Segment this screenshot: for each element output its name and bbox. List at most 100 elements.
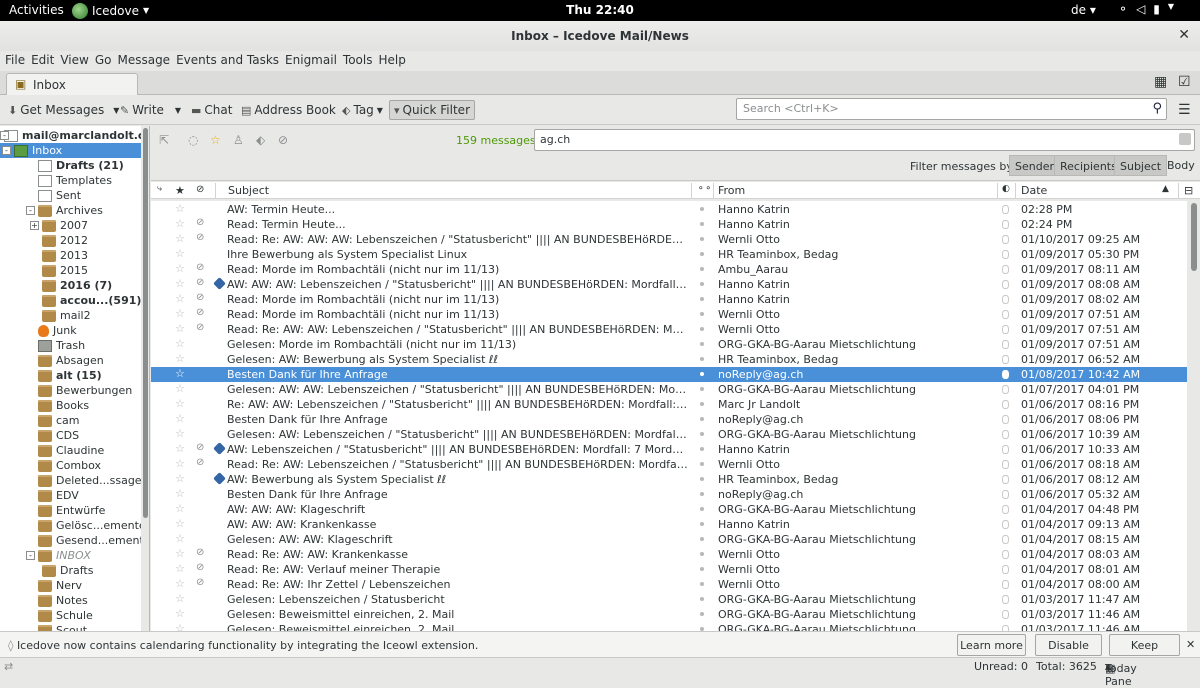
star-icon[interactable]: ☆ [175,382,185,395]
junk-status-icon[interactable] [1002,550,1009,559]
star-icon[interactable]: ☆ [175,607,185,620]
star-icon[interactable]: ☆ [175,547,185,560]
folder-2016-7[interactable]: 2016 (7) [42,278,112,293]
read-status-icon[interactable] [700,462,704,466]
read-status-icon[interactable] [700,597,704,601]
message-row[interactable]: ☆ ⊘ Read: Termin Heute... Hanno Katrin 02:24… [151,217,1187,232]
junk-status-icon[interactable] [1002,355,1009,364]
thread-column-icon[interactable]: ⤷ [157,184,162,194]
message-row[interactable]: ☆ AW: AW: AW: Krankenkasse Hanno Katrin 01/… [151,517,1187,532]
disable-button[interactable]: Disable [1035,634,1102,656]
tab-inbox[interactable]: ▣ Inbox [6,73,138,95]
clear-filter-icon[interactable] [1179,133,1191,145]
read-status-icon[interactable] [700,552,704,556]
read-status-icon[interactable] [700,297,704,301]
star-icon[interactable]: ☆ [175,337,185,350]
star-icon[interactable]: ☆ [175,622,185,631]
message-row[interactable]: ☆ Gelesen: Lebenszeichen / Statusbericht O… [151,592,1187,607]
message-row[interactable]: ☆ Gelesen: AW: AW: Klageschrift ORG-GKA-BG… [151,532,1187,547]
read-status-icon[interactable] [700,372,704,376]
scrollbar-thumb[interactable] [143,128,148,518]
star-icon[interactable]: ☆ [175,292,185,305]
star-icon[interactable]: ☆ [175,397,185,410]
close-notification-icon[interactable]: ✕ [1186,638,1195,651]
star-icon[interactable]: ☆ [175,307,185,320]
tag-filter-icon[interactable]: ⬖ [256,133,265,147]
quick-filter-button[interactable]: ▾ Quick Filter [389,100,475,120]
folder-archives[interactable]: Archives [38,203,103,218]
read-status-icon[interactable] [700,327,704,331]
message-row[interactable]: ☆ Besten Dank für Ihre Anfrage noReply@ag.… [151,367,1187,382]
collapse-icon[interactable]: - [2,146,11,155]
tag-button[interactable]: ⬖ Tag ▼ [338,100,387,120]
folder-scout[interactable]: Scout [38,623,87,631]
sticky-pin-icon[interactable]: ⇱ [159,133,169,147]
star-icon[interactable]: ☆ [175,502,185,515]
junk-status-icon[interactable] [1002,520,1009,529]
star-icon[interactable]: ☆ [175,247,185,260]
expand-icon[interactable]: + [30,221,39,230]
message-row[interactable]: ☆ Gelesen: Beweismittel einreichen, 2. Ma… [151,607,1187,622]
read-status-icon[interactable] [700,312,704,316]
junk-status-icon[interactable] [1002,460,1009,469]
folder-accou-591[interactable]: accou...(591) [42,293,141,308]
junk-status-icon[interactable] [1002,385,1009,394]
calendar-icon[interactable]: ▦ [1154,74,1167,90]
junk-status-icon[interactable] [1002,490,1009,499]
menu-help[interactable]: Help [373,51,405,71]
message-row[interactable]: ☆ ⊘ Read: Re: AW: Verlauf meiner Therapie W… [151,562,1187,577]
junk-status-icon[interactable] [1002,325,1009,334]
star-icon[interactable]: ☆ [175,367,185,380]
junk-status-icon[interactable] [1002,565,1009,574]
language-indicator[interactable]: de ▾ [1071,3,1096,17]
junk-status-icon[interactable] [1002,400,1009,409]
folder-mail2[interactable]: mail2 [42,308,91,323]
collapse-icon[interactable]: - [0,131,9,140]
folder-cam[interactable]: cam [38,413,80,428]
read-status-icon[interactable] [700,432,704,436]
junk-column-icon[interactable]: ◐ [1002,184,1010,194]
search-icon[interactable]: ⚲ [1152,101,1162,116]
folder-drafts[interactable]: Drafts [42,563,93,578]
menu-view[interactable]: View [55,51,88,71]
junk-status-icon[interactable] [1002,370,1009,379]
message-row[interactable]: ☆ AW: AW: AW: Klageschrift ORG-GKA-BG-Aara… [151,502,1187,517]
read-status-icon[interactable] [700,522,704,526]
menu-go[interactable]: Go [90,51,112,71]
star-icon[interactable]: ☆ [175,562,185,575]
star-icon[interactable]: ☆ [175,532,185,545]
read-status-icon[interactable] [700,537,704,541]
junk-status-icon[interactable] [1002,250,1009,259]
folder-inbox[interactable]: INBOX [38,548,91,563]
star-icon[interactable]: ☆ [175,517,185,530]
message-row[interactable]: ☆ ⊘ Read: Re: AW: AW: AW: Lebenszeichen / … [151,232,1187,247]
menu-file[interactable]: File [0,51,25,71]
folder-nerv[interactable]: Nerv [38,578,82,593]
message-row[interactable]: ☆ Besten Dank für Ihre Anfrage noReply@ag.… [151,412,1187,427]
read-status-icon[interactable] [700,342,704,346]
message-row[interactable]: ☆ ⊘ Read: Re: AW: AW: Krankenkasse Wernli O… [151,547,1187,562]
clock[interactable]: Thu 22:40 [0,3,1200,17]
star-icon[interactable]: ☆ [175,322,185,335]
collapse-icon[interactable]: - [26,551,35,560]
read-status-icon[interactable] [700,237,704,241]
star-icon[interactable]: ☆ [175,472,185,485]
star-column-icon[interactable]: ★ [175,184,185,197]
junk-status-icon[interactable] [1002,295,1009,304]
junk-status-icon[interactable] [1002,415,1009,424]
junk-status-icon[interactable] [1002,205,1009,214]
message-row[interactable]: ☆ ⊘ Read: Re: AW: Lebenszeichen / "Statusb… [151,457,1187,472]
filter-recipients-button[interactable]: Recipients [1054,155,1123,176]
attachment-filter-icon[interactable]: ⊘ [278,133,288,147]
online-status-icon[interactable]: ⇄ [4,660,13,673]
unread-filter-icon[interactable]: ◌ [188,133,198,147]
folder-books[interactable]: Books [38,398,89,413]
folder-2007[interactable]: 2007 [42,218,88,233]
star-icon[interactable]: ☆ [175,262,185,275]
junk-status-icon[interactable] [1002,580,1009,589]
read-status-icon[interactable] [700,357,704,361]
read-status-icon[interactable] [700,267,704,271]
folder-cds[interactable]: CDS [38,428,79,443]
folder-trash[interactable]: Trash [38,338,85,353]
folder-mail-marclandolt-ch[interactable]: mail@marclandolt.ch [4,128,149,143]
